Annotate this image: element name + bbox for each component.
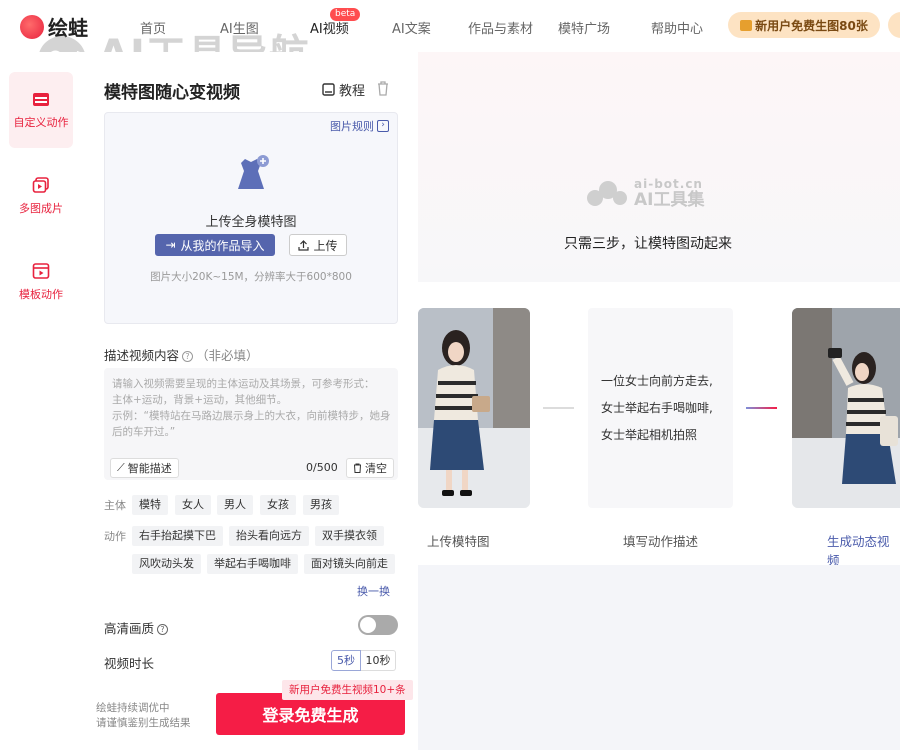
subject-label: 主体	[104, 499, 126, 512]
trash-icon	[354, 463, 361, 473]
image-rules-link[interactable]: 图片规则 ›	[330, 118, 389, 134]
upload-hint: 图片大小20K~15M，分辨率大于600*800	[150, 271, 352, 283]
subject-tag[interactable]: 男孩	[303, 495, 339, 515]
model-photo-step1	[418, 308, 530, 508]
beta-badge: beta	[330, 8, 361, 21]
clapper-icon	[33, 93, 49, 106]
help-icon[interactable]: ?	[157, 624, 169, 635]
duration-option-10s[interactable]: 10秒	[361, 650, 396, 671]
nav-home[interactable]: 首页	[140, 18, 166, 37]
describe-label: 描述视频内容? （非必填）	[104, 345, 259, 364]
action-tag[interactable]: 风吹动头发	[132, 554, 201, 574]
model-walking-image	[418, 308, 530, 508]
promo-label: 新用户免费生图80张	[755, 18, 868, 33]
arrow-right-icon: ›	[377, 120, 389, 132]
rail-label: 模板动作	[19, 288, 63, 301]
optional-hint: （非必填）	[196, 348, 259, 363]
login-label: 登录免费生成	[262, 706, 359, 725]
hd-label: 高清画质?	[104, 618, 169, 637]
subject-tag[interactable]: 模特	[132, 495, 168, 515]
hero-watermark: ai-bot.cn AI工具集	[586, 178, 704, 209]
step-label-generate: 生成动态视频	[827, 534, 890, 568]
rail-label: 自定义动作	[13, 116, 69, 129]
describe-textarea[interactable]: 请输入视频需要呈现的主体运动及其场景，可参考形式： 主体+运动，背景+运动，其他…	[104, 368, 398, 480]
action-tag[interactable]: 抬头看向远方	[229, 526, 309, 546]
video-template-icon	[32, 263, 50, 279]
action-tag[interactable]: 双手摸衣领	[315, 526, 384, 546]
rule-link-label: 图片规则	[330, 120, 374, 133]
subject-tag[interactable]: 男人	[217, 495, 253, 515]
book-icon	[322, 83, 335, 96]
rail-item-template-action[interactable]: 模板动作	[9, 244, 73, 320]
settings-panel: 模特图随心变视频 教程 图片规则 › 上传全身模特图 ⇥ 从我的作品导入 上传 …	[82, 52, 418, 750]
step-label-describe: 填写动作描述	[623, 534, 699, 549]
upload-title: 上传全身模特图	[205, 215, 297, 230]
clear-button[interactable]: 清空	[346, 458, 394, 478]
subject-tag[interactable]: 女人	[175, 495, 211, 515]
magic-wand-icon: ⟋	[117, 461, 125, 474]
model-camera-image	[792, 308, 900, 508]
smart-describe-button[interactable]: ⟋ 智能描述	[110, 458, 179, 478]
upload-area[interactable]: 图片规则 › 上传全身模特图 ⇥ 从我的作品导入 上传 图片大小20K~15M，…	[104, 112, 398, 324]
upload-icon	[298, 239, 310, 251]
action-description-card: 一位女士向前方走去, 女士举起右手喝咖啡, 女士举起相机拍照	[588, 308, 733, 508]
rail-item-multi-image[interactable]: 多图成片	[9, 158, 73, 234]
user-avatar[interactable]	[888, 12, 900, 38]
gift-icon	[740, 19, 753, 31]
panel-title: 模特图随心变视频	[104, 83, 240, 103]
footer-hint: 绘蛙持续调优中 请谨慎鉴别生成结果	[96, 701, 191, 731]
watermark-mark-icon	[587, 180, 627, 206]
step-connector	[543, 407, 574, 409]
login-tip-badge: 新用户免费生视频10+条	[282, 680, 413, 700]
rail-item-custom-action[interactable]: 自定义动作	[9, 72, 73, 148]
subject-tag[interactable]: 女孩	[260, 495, 296, 515]
describe-placeholder: 请输入视频需要呈现的主体运动及其场景，可参考形式： 主体+运动，背景+运动，其他…	[112, 378, 391, 438]
top-bar: 绘蛙 首页 AI生图 AI视频 beta AI文案 作品与素材 模特广场 帮助中…	[0, 0, 900, 52]
result-area	[418, 565, 900, 750]
tutorial-link[interactable]: 教程	[322, 80, 365, 99]
step-desc-line: 一位女士向前方走去,	[601, 373, 713, 388]
dress-upload-icon	[238, 155, 269, 189]
clear-label: 清空	[365, 462, 387, 475]
nav-works[interactable]: 作品与素材	[468, 18, 533, 37]
trash-icon[interactable]	[376, 80, 390, 96]
step-desc-line: 女士举起右手喝咖啡,	[601, 400, 713, 415]
nav-ai-copy[interactable]: AI文案	[392, 18, 431, 37]
hero-section: ai-bot.cn AI工具集 只需三步，让模特图动起来	[418, 52, 900, 282]
action-tag[interactable]: 右手抬起摸下巴	[132, 526, 223, 546]
swap-tags-link[interactable]: 换一换	[357, 583, 390, 599]
duration-option-5s[interactable]: 5秒	[331, 650, 361, 671]
action-label: 动作	[104, 530, 126, 543]
duration-label: 视频时长	[104, 656, 155, 671]
stacked-film-icon	[32, 177, 49, 193]
action-tag[interactable]: 面对镜头向前走	[304, 554, 395, 574]
rail-label: 多图成片	[19, 202, 63, 215]
hd-toggle[interactable]	[358, 615, 398, 635]
import-icon: ⇥	[165, 238, 176, 252]
upload-button[interactable]: 上传	[289, 234, 347, 256]
hd-title: 高清画质	[104, 621, 155, 636]
nav-model-square[interactable]: 模特广场	[558, 18, 610, 37]
tutorial-label: 教程	[339, 84, 366, 99]
hero-text: 只需三步，让模特图动起来	[564, 236, 732, 252]
step-connector	[746, 407, 777, 409]
left-rail: 自定义动作 多图成片 模板动作	[0, 52, 82, 750]
describe-title: 描述视频内容	[104, 348, 180, 363]
char-counter: 0/500	[306, 461, 338, 474]
model-photo-step3	[792, 308, 900, 508]
upload-label: 上传	[313, 238, 338, 253]
step-desc-line: 女士举起相机拍照	[601, 427, 698, 442]
nav-help[interactable]: 帮助中心	[651, 18, 703, 37]
step-label-upload: 上传模特图	[427, 534, 490, 549]
footer-hint-text: 绘蛙持续调优中 请谨慎鉴别生成结果	[96, 702, 191, 729]
import-label: 从我的作品导入	[180, 238, 265, 253]
promo-button[interactable]: 新用户免费生图80张	[728, 12, 880, 38]
action-tag[interactable]: 举起右手喝咖啡	[207, 554, 298, 574]
nav-ai-image[interactable]: AI生图	[220, 18, 259, 37]
smart-label: 智能描述	[127, 462, 172, 475]
import-from-works-button[interactable]: ⇥ 从我的作品导入	[155, 234, 275, 256]
help-icon[interactable]: ?	[182, 351, 194, 362]
hero-wm-title: AI工具集	[634, 190, 705, 210]
